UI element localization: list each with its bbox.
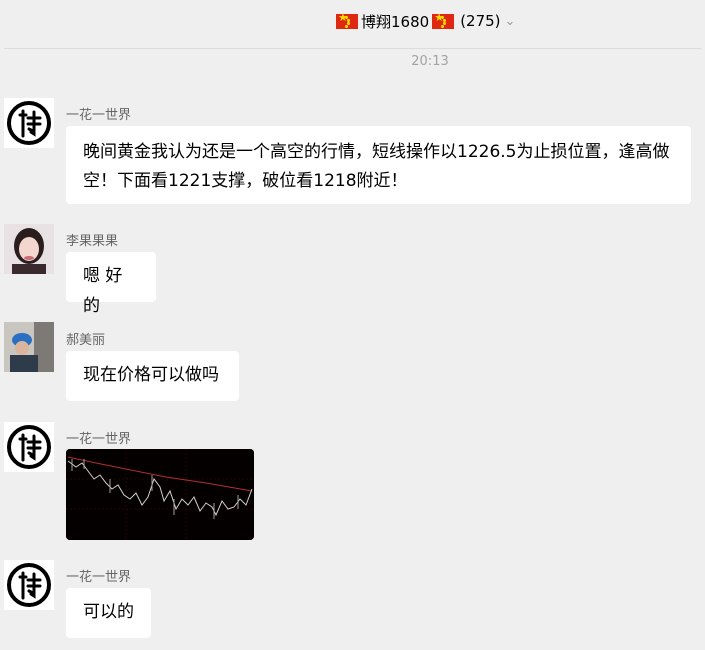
bo-logo-avatar-icon [4, 560, 54, 610]
chevron-down-icon[interactable]: ⌄ [505, 14, 516, 29]
message-bubble: 可以的 [66, 588, 151, 638]
message-bubble: 现在价格可以做吗 [66, 351, 239, 401]
chat-title-bar[interactable]: 博翔1680 (275) ⌄ [334, 9, 515, 33]
member-count: (275) [460, 12, 501, 30]
sender-name: 郝美丽 [66, 333, 106, 348]
avatar[interactable] [4, 422, 54, 472]
sender-name: 一花一世界 [66, 108, 132, 123]
avatar[interactable] [4, 560, 54, 610]
chat-header: 博翔1680 (275) ⌄ [0, 0, 705, 48]
message-timestamp: 20:13 [411, 54, 449, 69]
sender-name: 李果果果 [66, 234, 119, 249]
avatar[interactable] [4, 98, 54, 148]
chart-image-message[interactable] [66, 449, 254, 540]
chat-title: 博翔1680 [361, 12, 430, 31]
bo-logo-avatar-icon [4, 422, 54, 472]
avatar[interactable] [4, 224, 54, 274]
china-flag-icon [432, 11, 455, 29]
sender-name: 一花一世界 [66, 432, 132, 447]
message-bubble: 晚间黄金我认为还是一个高空的行情，短线操作以1226.5为止损位置，逢高做空！下… [66, 126, 691, 204]
blue-cap-photo-avatar-icon [4, 322, 54, 372]
china-flag-icon [336, 11, 358, 29]
sender-name: 一花一世界 [66, 570, 132, 585]
bo-logo-avatar-icon [4, 98, 54, 148]
woman-photo-avatar-icon [4, 224, 54, 274]
avatar[interactable] [4, 322, 54, 372]
gold-price-chart-screenshot-icon [66, 449, 254, 540]
message-bubble: 嗯 好的 [66, 252, 156, 316]
header-divider [4, 48, 701, 49]
